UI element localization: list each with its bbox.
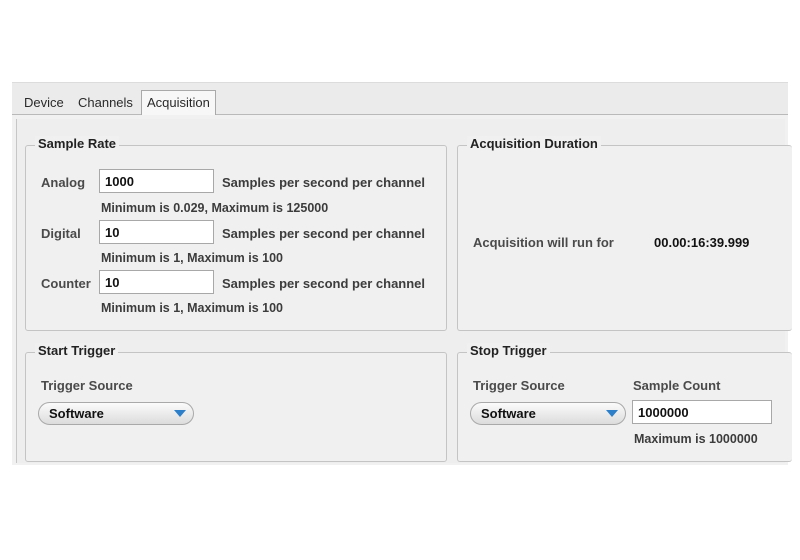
duration-label: Acquisition will run for <box>473 235 614 250</box>
acquisition-duration-title: Acquisition Duration <box>467 136 601 151</box>
start-trigger-group: Start Trigger Trigger Source Software <box>25 343 447 462</box>
digital-label: Digital <box>41 226 81 241</box>
tab-device[interactable]: Device <box>19 92 69 114</box>
tab-content-acquisition: Sample Rate Analog Samples per second pe… <box>16 119 792 463</box>
tab-acquisition[interactable]: Acquisition <box>141 90 216 115</box>
sample-rate-group: Sample Rate Analog Samples per second pe… <box>25 136 447 331</box>
chevron-down-icon <box>174 410 186 417</box>
stop-trigger-title: Stop Trigger <box>467 343 550 358</box>
acquisition-duration-group: Acquisition Duration Acquisition will ru… <box>457 136 792 331</box>
sample-count-label: Sample Count <box>633 378 721 393</box>
duration-value: 00.00:16:39.999 <box>654 235 750 250</box>
counter-range: Minimum is 1, Maximum is 100 <box>101 301 284 315</box>
start-trigger-source-dropdown[interactable]: Software <box>38 402 194 425</box>
counter-rate-input[interactable] <box>99 270 214 294</box>
stop-trigger-group: Stop Trigger Trigger Source Software Sam… <box>457 343 792 462</box>
stop-trigger-source-label: Trigger Source <box>473 378 565 393</box>
start-trigger-source-label: Trigger Source <box>41 378 133 393</box>
sample-count-max: Maximum is 1000000 <box>634 432 758 446</box>
analog-rate-input[interactable] <box>99 169 214 193</box>
counter-label: Counter <box>41 276 91 291</box>
sample-rate-title: Sample Rate <box>35 136 120 151</box>
chevron-down-icon <box>606 410 618 417</box>
acquisition-window: Device Channels Acquisition Sample Rate … <box>12 82 792 465</box>
start-trigger-source-value: Software <box>49 406 104 421</box>
start-trigger-title: Start Trigger <box>35 343 119 358</box>
tab-channels[interactable]: Channels <box>73 92 138 114</box>
sample-count-input[interactable] <box>632 400 772 424</box>
counter-unit: Samples per second per channel <box>222 276 426 291</box>
digital-unit: Samples per second per channel <box>222 226 426 241</box>
analog-unit: Samples per second per channel <box>222 175 426 190</box>
digital-range: Minimum is 1, Maximum is 100 <box>101 251 284 265</box>
tab-strip: Device Channels Acquisition <box>12 83 788 115</box>
stop-trigger-source-value: Software <box>481 406 536 421</box>
analog-range: Minimum is 0.029, Maximum is 125000 <box>101 201 329 215</box>
analog-label: Analog <box>41 175 86 190</box>
digital-rate-input[interactable] <box>99 220 214 244</box>
stop-trigger-source-dropdown[interactable]: Software <box>470 402 626 425</box>
